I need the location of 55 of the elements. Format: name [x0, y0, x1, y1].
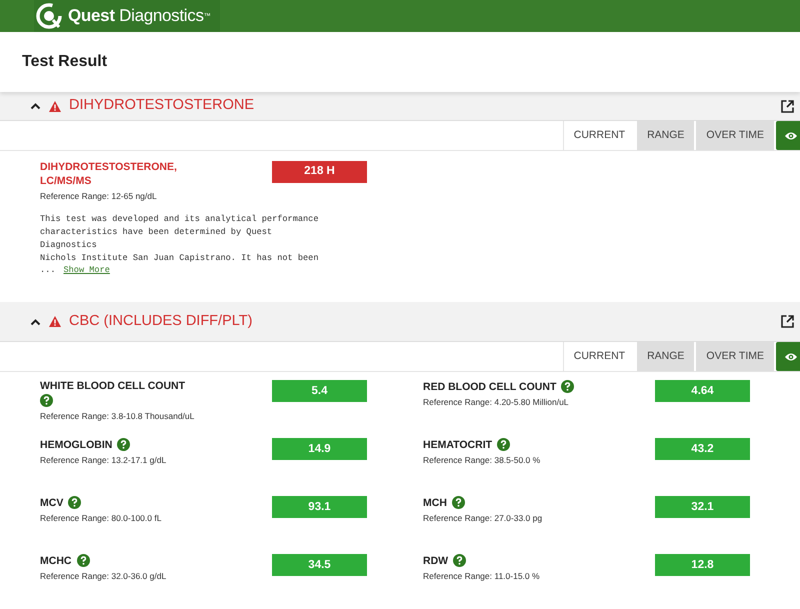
result-note: This test was developed and its analytical performance characteristics have been determined by Quest Diagnostics Nichols Institute San Juan Capistrano. It has not been	[40, 213, 318, 265]
result-value: 5.4	[272, 380, 367, 402]
result-value: 43.2	[655, 438, 750, 460]
result-name: MCV	[40, 496, 64, 509]
collapse-icon[interactable]	[30, 318, 41, 326]
help-icon[interactable]	[452, 496, 465, 510]
result-value: 14.9	[272, 438, 367, 460]
result-value: 218 H	[272, 161, 367, 183]
reference-range: Reference Range: 32.0-36.0 g/dL	[40, 570, 168, 584]
help-icon[interactable]	[561, 380, 574, 394]
reference-range: Reference Range: 80.0-100.0 fL	[40, 512, 162, 526]
help-icon[interactable]	[497, 438, 510, 452]
view-tab[interactable]: RANGE	[637, 342, 694, 372]
result-value: 34.5	[272, 554, 367, 576]
view-tab[interactable]: RANGE	[637, 121, 694, 150]
reference-range: Reference Range: 4.20-5.80 Million/uL	[423, 396, 570, 410]
result-value: 12.8	[655, 554, 750, 576]
reference-range: Reference Range: 12-65 ng/dL	[40, 190, 158, 204]
result-name: HEMATOCRIT	[423, 438, 492, 451]
result-name: MCH	[423, 496, 447, 509]
result-name: DIHYDROTESTOSTERONE, LC/MS/MS	[40, 161, 177, 187]
help-icon[interactable]	[453, 554, 466, 568]
eye-icon	[784, 130, 798, 140]
reference-range: Reference Range: 11.0-15.0 %	[423, 570, 541, 584]
reference-range: Reference Range: 13.2-17.1 g/dL	[40, 454, 168, 468]
reference-range: Reference Range: 3.8-10.8 Thousand/uL	[40, 410, 196, 423]
result-value: 4.64	[655, 380, 750, 402]
result-name: WHITE BLOOD CELL COUNT	[40, 380, 186, 392]
reference-range: Reference Range: 38.5-50.0 %	[423, 454, 542, 468]
result-value: 32.1	[655, 496, 750, 518]
help-icon[interactable]	[40, 394, 53, 408]
logo-text: Quest Diagnostics$^{™}$	[68, 5, 210, 28]
result-name: RED BLOOD CELL COUNT	[423, 380, 556, 393]
logo-icon	[36, 3, 62, 29]
visibility-button[interactable]	[776, 121, 800, 150]
collapse-icon[interactable]	[30, 102, 41, 110]
result-name: MCHC	[40, 554, 72, 567]
show-more-link[interactable]: Show More	[63, 264, 110, 276]
eye-icon	[784, 352, 798, 362]
section-title: CBC (INCLUDES DIFF/PLT)	[69, 312, 252, 332]
section-title: DIHYDROTESTOSTERONE	[69, 96, 254, 116]
external-link-icon[interactable]	[781, 315, 794, 328]
reference-range: Reference Range: 27.0-33.0 pg	[423, 512, 544, 526]
external-link-icon[interactable]	[781, 100, 794, 112]
visibility-button[interactable]	[776, 342, 800, 372]
view-tab[interactable]: OVER TIME	[696, 121, 774, 150]
page-title: Test Result	[22, 52, 108, 72]
view-tab[interactable]: OVER TIME	[696, 342, 774, 372]
ellipsis-text: ...	[40, 264, 56, 276]
help-icon[interactable]	[76, 554, 90, 568]
result-name: RDW	[423, 554, 448, 567]
result-value: 93.1	[272, 496, 367, 518]
help-icon[interactable]	[117, 438, 130, 452]
result-name: HEMOGLOBIN	[40, 438, 112, 451]
help-icon[interactable]	[68, 496, 82, 510]
